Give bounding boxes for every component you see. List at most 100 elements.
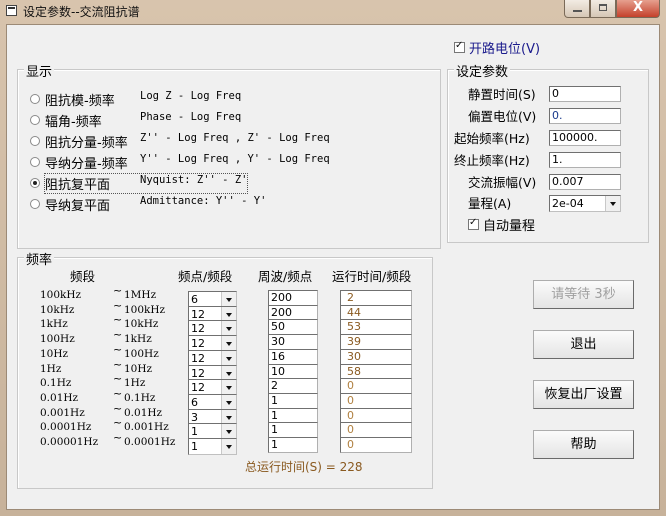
display-option-label: 阻抗模-频率 xyxy=(45,93,115,109)
param-label: 偏置电位(V) xyxy=(468,109,537,124)
range-select[interactable]: 2e-04 xyxy=(549,195,621,212)
band-tilde: ~ xyxy=(113,342,123,356)
frequency-row: 0.001Hz ~0.01Hz 3 1 0 xyxy=(18,402,438,426)
dialog-client: 开路电位(V) 显示 阻抗模-频率 Log Z - Log Freq 辐角-频率 Ph… xyxy=(6,24,660,510)
frequency-row: 1Hz ~10Hz 12 10 58 xyxy=(18,358,438,382)
param-label: 静置时间(S) xyxy=(468,87,536,102)
chevron-down-icon[interactable] xyxy=(605,196,620,211)
frequency-row: 10Hz ~100Hz 12 16 30 xyxy=(18,343,438,367)
auto-range-checkbox[interactable]: 自动量程 xyxy=(468,215,535,234)
display-option[interactable]: 导纳复平面 Admittance: Y'' - Y' xyxy=(30,194,267,214)
band-from: 0.1Hz xyxy=(40,377,72,390)
maximize-button[interactable] xyxy=(590,0,616,18)
band-tilde: ~ xyxy=(113,357,123,371)
band-tilde: ~ xyxy=(113,298,123,312)
range-value: 2e-04 xyxy=(552,197,584,210)
minimize-button[interactable] xyxy=(564,0,590,18)
param-input[interactable]: 0.007 xyxy=(549,174,621,190)
frequency-row: 100kHz ~1MHz 6 200 2 xyxy=(18,284,438,308)
radio-icon[interactable] xyxy=(30,199,40,209)
param-input[interactable]: 1. xyxy=(549,152,621,168)
band-to: 0.0001Hz xyxy=(124,436,176,448)
header-cycles: 周波/频点 xyxy=(258,269,313,284)
band-tilde: ~ xyxy=(113,386,123,400)
band-to: 0.001Hz xyxy=(124,421,169,434)
close-button[interactable]: X xyxy=(616,0,660,18)
points-select[interactable]: 1 xyxy=(188,438,237,455)
display-option-desc: Admittance: Y'' - Y' xyxy=(140,194,267,207)
radio-icon[interactable] xyxy=(30,94,40,104)
open-circuit-label: 开路电位(V) xyxy=(469,42,541,57)
runtime-field: 0 xyxy=(340,437,412,453)
display-option-label: 辐角-频率 xyxy=(45,114,102,130)
display-group: 显示 阻抗模-频率 Log Z - Log Freq 辐角-频率 Phase - Lo… xyxy=(17,61,441,249)
params-group-title: 设定参数 xyxy=(454,61,511,80)
display-option[interactable]: 阻抗模-频率 Log Z - Log Freq xyxy=(30,89,242,109)
radio-icon[interactable] xyxy=(30,157,40,167)
display-option-desc: Log Z - Log Freq xyxy=(140,89,242,102)
param-input[interactable]: 0. xyxy=(549,108,621,124)
display-option-desc: Y'' - Log Freq , Y' - Log Freq xyxy=(140,152,330,165)
display-option-label: 阻抗分量-频率 xyxy=(45,135,128,151)
radio-icon[interactable] xyxy=(30,115,40,125)
param-label: 终止频率(Hz) xyxy=(454,153,530,168)
display-option-label: 导纳复平面 xyxy=(45,198,111,214)
header-points: 频点/频段 xyxy=(178,269,233,284)
band-to: 1MHz xyxy=(124,289,157,301)
param-input[interactable]: 100000. xyxy=(549,130,621,146)
display-option-label: 导纳分量-频率 xyxy=(45,156,128,172)
display-option[interactable]: 导纳分量-频率 Y'' - Log Freq , Y' - Log Freq xyxy=(30,152,330,172)
band-from: 1kHz xyxy=(40,318,68,331)
checkbox-icon xyxy=(454,40,465,53)
cycles-input[interactable]: 1 xyxy=(268,437,318,453)
frequency-group: 频率 频段 频点/频段 周波/频点 运行时间/频段 100kHz ~1MHz 6 20… xyxy=(17,249,433,489)
band-tilde: ~ xyxy=(113,328,123,342)
display-option[interactable]: 阻抗分量-频率 Z'' - Log Freq , Z' - Log Freq xyxy=(30,131,330,151)
param-input[interactable]: 0 xyxy=(549,86,621,102)
band-from: 1Hz xyxy=(40,362,62,375)
wait-button[interactable]: 请等待 3秒 xyxy=(533,280,634,309)
band-to: 0.1Hz xyxy=(124,391,156,404)
band-tilde: ~ xyxy=(113,372,123,386)
open-circuit-checkbox[interactable]: 开路电位(V) xyxy=(454,38,540,57)
frequency-row: 100Hz ~1kHz 12 30 39 xyxy=(18,328,438,353)
param-label: 交流振幅(V) xyxy=(468,175,537,190)
app-icon xyxy=(6,5,17,16)
display-option-desc: Phase - Log Freq xyxy=(140,110,242,123)
points-value: 1 xyxy=(191,440,198,453)
auto-range-label: 自动量程 xyxy=(483,219,536,234)
frequency-group-title: 频率 xyxy=(24,249,55,268)
frequency-row: 1kHz ~10kHz 12 50 53 xyxy=(18,313,438,338)
band-to: 0.01Hz xyxy=(124,406,163,419)
help-button[interactable]: 帮助 xyxy=(533,430,634,459)
display-option-desc: Z'' - Log Freq , Z' - Log Freq xyxy=(140,131,330,144)
window-title: 设定参数--交流阻抗谱 xyxy=(23,5,140,19)
display-option[interactable]: 辐角-频率 Phase - Log Freq xyxy=(30,110,242,130)
header-runtime: 运行时间/频段 xyxy=(332,269,412,284)
band-from: 0.00001Hz xyxy=(40,436,99,448)
band-tilde: ~ xyxy=(113,313,123,327)
frequency-row: 0.01Hz ~0.1Hz 6 1 0 xyxy=(18,387,438,411)
dialog-window: 设定参数--交流阻抗谱 X 开路电位(V) 显示 阻抗模-频率 Log Z - L… xyxy=(0,0,666,516)
display-option-desc: Nyquist: Z'' - Z' xyxy=(140,173,248,186)
chevron-down-icon[interactable] xyxy=(221,439,236,454)
exit-button[interactable]: 退出 xyxy=(533,330,634,359)
frequency-row: 10kHz ~100kHz 12 200 44 xyxy=(18,299,438,323)
band-to: 100kHz xyxy=(124,303,166,316)
band-from: 0.01Hz xyxy=(40,391,79,404)
band-to: 1kHz xyxy=(124,333,152,346)
band-to: 1Hz xyxy=(124,377,146,390)
radio-icon[interactable] xyxy=(30,136,40,146)
band-from: 0.001Hz xyxy=(40,406,85,419)
params-group: 设定参数 静置时间(S) 0 偏置电位(V) 0. 起始频率(Hz) 100000. 终止频… xyxy=(447,61,649,243)
band-to: 100Hz xyxy=(124,347,159,360)
restore-defaults-button[interactable]: 恢复出厂设置 xyxy=(533,380,634,409)
band-from: 0.0001Hz xyxy=(40,421,92,434)
band-tilde: ~ xyxy=(113,284,123,297)
radio-icon[interactable] xyxy=(30,178,40,188)
band-from: 100kHz xyxy=(40,289,82,301)
band-to: 10Hz xyxy=(124,362,153,375)
display-option[interactable]: 阻抗复平面 Nyquist: Z'' - Z' xyxy=(30,172,249,194)
band-to: 10kHz xyxy=(124,318,159,331)
param-label: 起始频率(Hz) xyxy=(454,131,530,146)
